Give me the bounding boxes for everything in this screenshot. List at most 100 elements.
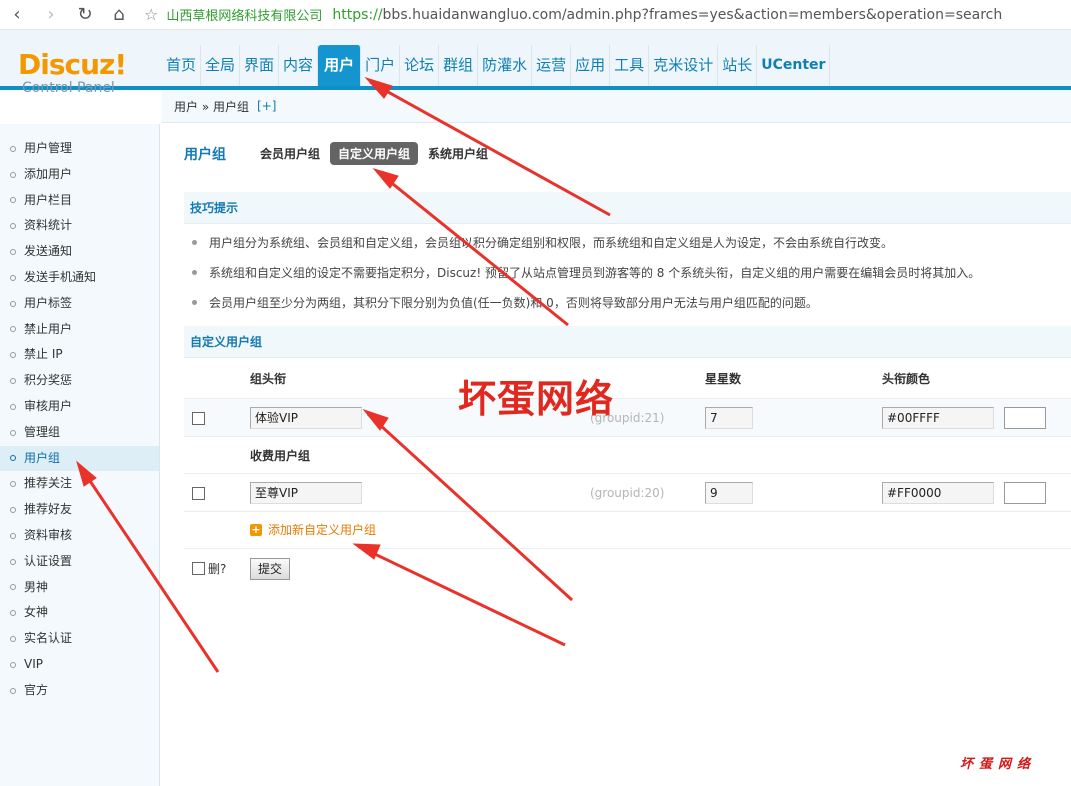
sidebar-item[interactable]: 实名认证 xyxy=(0,626,159,652)
back-icon[interactable]: ‹ xyxy=(0,0,34,30)
sidebar-item[interactable]: 官方 xyxy=(0,678,159,704)
sidebar-item[interactable]: 资料统计 xyxy=(0,213,159,239)
sidebar-item-label: 管理组 xyxy=(24,424,61,439)
logo-title: Discuz! xyxy=(18,48,127,81)
sidebar-item-label: 实名认证 xyxy=(24,631,73,646)
watermark-signature: 坏蛋网络 xyxy=(960,757,1037,772)
circle-bullet-icon xyxy=(10,249,16,256)
select-all-delete-checkbox[interactable] xyxy=(192,562,205,575)
sidebar-item[interactable]: 发送通知 xyxy=(0,239,159,265)
sidebar-item-label: 发送手机通知 xyxy=(24,269,97,284)
sidebar-item[interactable]: 添加用户 xyxy=(0,162,159,188)
sidebar-item[interactable]: 用户标签 xyxy=(0,291,159,317)
sidebar-item[interactable]: 审核用户 xyxy=(0,394,159,420)
url-path: bbs.huaidanwangluo.com/admin.php?frames=… xyxy=(382,6,1003,23)
column-stars: 星星数 xyxy=(705,372,742,386)
color-picker-swatch[interactable] xyxy=(1004,482,1046,504)
sidebar-item[interactable]: 禁止用户 xyxy=(0,317,159,343)
topnav-item[interactable]: 运营 xyxy=(532,45,572,86)
sidebar-item[interactable]: 禁止 IP xyxy=(0,342,159,368)
row-divider xyxy=(184,398,1071,399)
color-picker-swatch[interactable] xyxy=(1004,407,1046,429)
topnav-item[interactable]: 内容 xyxy=(279,45,319,86)
topnav-item[interactable]: 首页 xyxy=(162,45,202,86)
reload-icon[interactable]: ↻ xyxy=(68,0,102,30)
group-title-input[interactable]: 至尊VIP xyxy=(250,482,362,504)
sidebar-item[interactable]: 管理组 xyxy=(0,420,159,446)
address-bar[interactable]: https://bbs.huaidanwangluo.com/admin.php… xyxy=(332,7,1002,23)
topnav-item[interactable]: UCenter xyxy=(757,45,831,86)
tab-custom-groups[interactable]: 自定义用户组 xyxy=(330,142,419,165)
plus-icon: + xyxy=(250,522,262,536)
sidebar-item[interactable]: 用户栏目 xyxy=(0,188,159,214)
circle-bullet-icon xyxy=(10,455,16,462)
sidebar-item[interactable]: 推荐关注 xyxy=(0,471,159,497)
tab-member-groups[interactable]: 会员用户组 xyxy=(252,142,328,165)
topnav-item[interactable]: 工具 xyxy=(610,45,650,86)
sidebar-item-label: 资料统计 xyxy=(24,218,73,233)
sidebar-item-label: 用户标签 xyxy=(24,295,73,310)
topnav-item[interactable]: 应用 xyxy=(571,45,611,86)
circle-bullet-icon xyxy=(10,145,16,152)
browser-toolbar: ‹ › ↻ ⌂ ☆ 山西草根网络科技有限公司 https://bbs.huaid… xyxy=(0,0,1071,30)
sidebar-item[interactable]: 资料审核 xyxy=(0,523,159,549)
circle-bullet-icon xyxy=(10,326,16,333)
tab-system-groups[interactable]: 系统用户组 xyxy=(420,142,496,165)
topnav-item[interactable]: 界面 xyxy=(240,45,280,86)
stars-input[interactable]: 7 xyxy=(705,407,753,429)
delete-checkbox[interactable] xyxy=(192,412,205,425)
forward-icon[interactable]: › xyxy=(34,0,68,30)
watermark-text: 坏蛋网络 xyxy=(458,376,615,421)
delete-label: 删? xyxy=(208,562,227,576)
sidebar-item[interactable]: 认证设置 xyxy=(0,549,159,575)
tip-text: 系统组和自定义组的设定不需要指定积分，Discuz! 预留了从站点管理员到游客等… xyxy=(209,266,981,280)
sidebar-item[interactable]: VIP xyxy=(0,652,159,678)
tips-heading: 技巧提示 xyxy=(184,192,1071,224)
group-title-input[interactable]: 体验VIP xyxy=(250,407,362,429)
color-input[interactable]: #FF0000 xyxy=(882,482,994,504)
sidebar-item-label: 发送通知 xyxy=(24,244,73,259)
sidebar-item-label: 用户管理 xyxy=(24,141,73,155)
add-custom-group-label: 添加新自定义用户组 xyxy=(268,523,377,537)
circle-bullet-icon xyxy=(10,300,16,307)
submit-button[interactable]: 提交 xyxy=(250,558,291,580)
home-icon[interactable]: ⌂ xyxy=(102,0,136,30)
url-scheme: https:// xyxy=(332,6,383,23)
color-input[interactable]: #00FFFF xyxy=(882,407,994,429)
sidebar-item[interactable]: 用户组 xyxy=(0,445,159,472)
topnav-item[interactable]: 防灌水 xyxy=(478,45,533,86)
site-identity[interactable]: 山西草根网络科技有限公司 xyxy=(166,5,322,24)
circle-bullet-icon xyxy=(10,661,16,668)
sidebar-item[interactable]: 男神 xyxy=(0,575,159,601)
topnav-item[interactable]: 门户 xyxy=(361,45,401,86)
sidebar-menu: 用户管理添加用户 用户栏目资料统计发送通知发送手机通知 用户标签禁止用户 禁止 IP 积… xyxy=(0,136,159,704)
circle-bullet-icon xyxy=(10,584,16,591)
breadcrumb-text: 用户 » 用户组 xyxy=(174,99,249,114)
stars-input[interactable]: 9 xyxy=(705,482,753,504)
sidebar-item[interactable]: 发送手机通知 xyxy=(0,265,159,291)
bookmark-star-icon[interactable]: ☆ xyxy=(144,5,158,24)
circle-bullet-icon xyxy=(10,481,16,488)
topnav-item[interactable]: 克米设计 xyxy=(649,45,719,86)
discuz-logo[interactable]: Discuz! Control Panel xyxy=(18,48,138,97)
custom-groups-heading: 自定义用户组 xyxy=(184,326,1071,358)
circle-bullet-icon xyxy=(10,429,16,436)
circle-bullet-icon xyxy=(10,532,16,539)
add-custom-group-link[interactable]: + 添加新自定义用户组 xyxy=(250,521,376,538)
add-shortcut-link[interactable]: [+] xyxy=(257,99,276,113)
sidebar-item[interactable]: 推荐好友 xyxy=(0,497,159,523)
topnav-item[interactable]: 论坛 xyxy=(400,45,440,86)
topnav-item[interactable]: 站长 xyxy=(718,45,758,86)
bullet-icon xyxy=(192,240,197,245)
circle-bullet-icon xyxy=(10,171,16,178)
topnav-item[interactable]: 群组 xyxy=(439,45,479,86)
topnav-item[interactable]: 用户 xyxy=(318,45,362,86)
sidebar-item[interactable]: 积分奖惩 xyxy=(0,368,159,394)
tip-item: 用户组分为系统组、会员组和自定义组，会员组以积分确定组别和权限，而系统组和自定义… xyxy=(192,234,893,251)
sidebar-item[interactable]: 女神 xyxy=(0,600,159,626)
paid-groups-label: 收费用户组 xyxy=(250,449,311,463)
sidebar-item[interactable]: 用户管理 xyxy=(0,136,159,162)
tip-item: 系统组和自定义组的设定不需要指定积分，Discuz! 预留了从站点管理员到游客等… xyxy=(192,264,980,281)
delete-checkbox[interactable] xyxy=(192,487,205,500)
topnav-item[interactable]: 全局 xyxy=(201,45,241,86)
